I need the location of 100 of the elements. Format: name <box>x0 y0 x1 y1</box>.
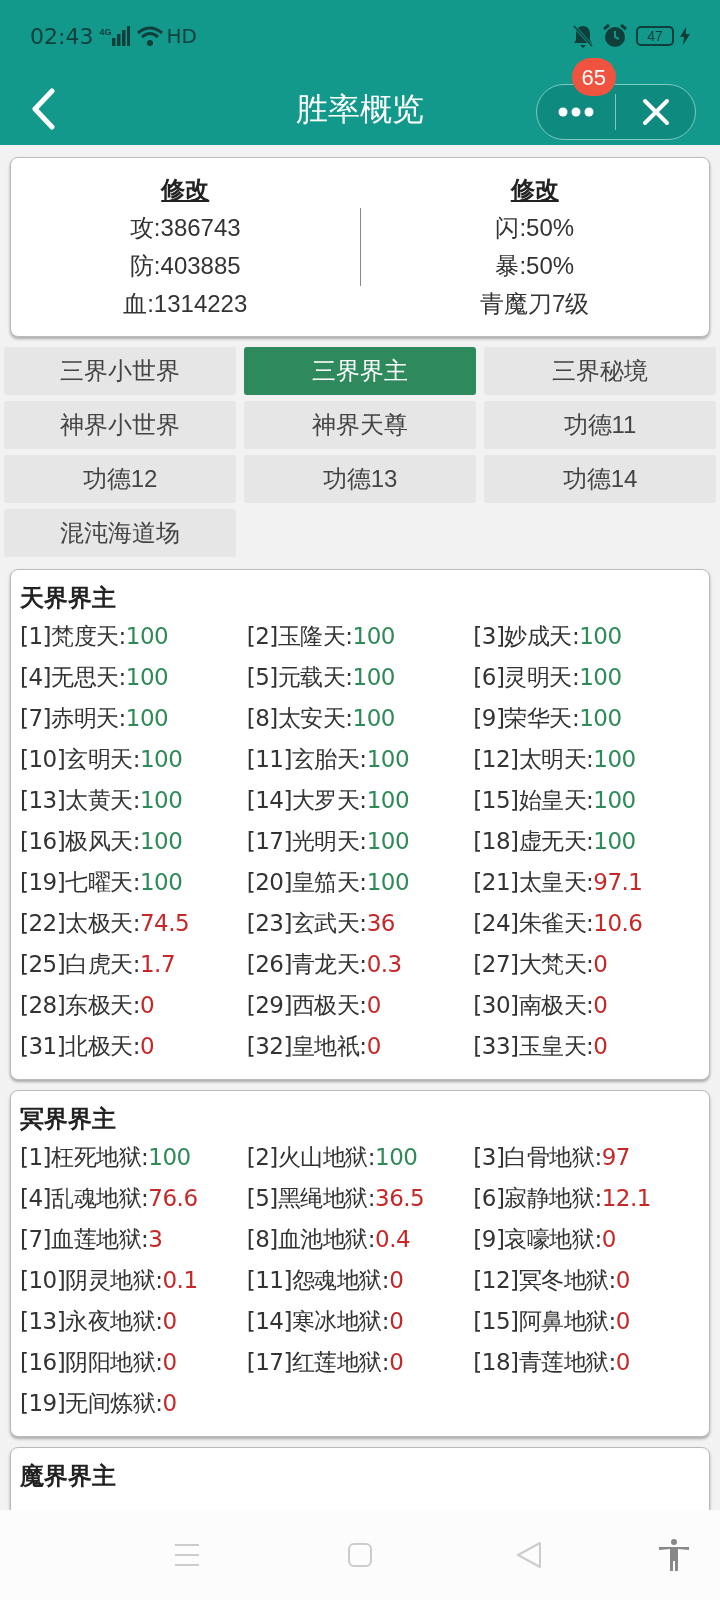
item-label: [18]青莲地狱: <box>473 1348 616 1378</box>
item-value: 0 <box>162 1307 177 1337</box>
section-title: 天界界主 <box>20 583 117 613</box>
item-value: 1.7 <box>139 950 176 980</box>
item-label: [19]七曜天: <box>20 868 140 898</box>
item-label: [27]大梵天: <box>473 950 594 980</box>
item-value: 0.3 <box>366 950 402 980</box>
tab[interactable]: 三界小世界 <box>4 347 236 395</box>
tab[interactable]: 三界界主 <box>244 347 476 395</box>
item-value: 0 <box>389 1348 404 1378</box>
edit-link[interactable]: 修改 <box>510 171 559 209</box>
item-value: 0 <box>615 1307 630 1337</box>
mute-bell-icon <box>572 24 594 48</box>
item-label: [6]灵明天: <box>473 663 580 693</box>
item-value: 0 <box>389 1266 404 1296</box>
battery-icon: 47 <box>636 26 674 46</box>
close-icon <box>641 98 670 126</box>
item-value: 10.6 <box>593 909 643 939</box>
item-label: [1]梵度天: <box>20 622 126 652</box>
item-value: 100 <box>593 827 636 857</box>
item-label: [11]怨魂地狱: <box>246 1266 390 1296</box>
item-value: 100 <box>366 786 410 816</box>
item-label: [2]火山地狱: <box>246 1143 375 1173</box>
item-value: 100 <box>366 827 410 857</box>
tab[interactable]: 神界小世界 <box>4 401 236 449</box>
item-value: 100 <box>125 704 169 734</box>
item-value: 0 <box>593 991 608 1021</box>
item-value: 100 <box>139 745 183 775</box>
item-label: [8]血池地狱: <box>246 1225 375 1255</box>
item-label: [18]虚无天: <box>473 827 594 857</box>
item-value: 0 <box>615 1348 630 1378</box>
item-value: 0 <box>615 1266 630 1296</box>
item-value: 0 <box>139 991 155 1021</box>
item-label: [15]阿鼻地狱: <box>473 1307 616 1337</box>
item-label: [5]元载天: <box>246 663 353 693</box>
stat-text: 暴:50% <box>495 251 575 281</box>
item-label: [33]玉皇天: <box>473 1032 594 1062</box>
item-label: [21]太皇天: <box>473 868 594 898</box>
tab[interactable]: 混沌海道场 <box>4 509 236 557</box>
edit-link[interactable]: 修改 <box>161 171 210 209</box>
item-label: [16]极风天: <box>20 827 140 857</box>
item-label: [9]荣华天: <box>473 704 580 734</box>
item-label: [11]玄胎天: <box>246 745 367 775</box>
item-value: 0 <box>162 1348 177 1378</box>
item-value: 97.1 <box>593 868 643 898</box>
item-value: 100 <box>352 704 395 734</box>
item-label: [13]永夜地狱: <box>20 1307 163 1337</box>
item-label: [13]太黄天: <box>20 786 140 816</box>
stat-text: 闪:50% <box>495 213 575 243</box>
item-label: [10]阴灵地狱: <box>20 1266 163 1296</box>
item-value: 97 <box>601 1143 630 1173</box>
item-value: 0 <box>593 950 608 980</box>
item-label: [14]寒冰地狱: <box>246 1307 390 1337</box>
tab[interactable]: 三界秘境 <box>484 347 716 395</box>
accessibility-icon[interactable] <box>658 1539 690 1571</box>
item-label: [29]西极天: <box>246 991 367 1021</box>
item-label: [4]乱魂地狱: <box>20 1184 149 1214</box>
charging-icon <box>680 27 690 45</box>
item-label: [1]枉死地狱: <box>20 1143 149 1173</box>
page-title: 胜率概览 <box>295 89 425 129</box>
item-value: 74.5 <box>139 909 190 939</box>
item-value: 0 <box>139 1032 155 1062</box>
item-label: [23]玄武天: <box>246 909 367 939</box>
tab[interactable]: 功德12 <box>4 455 236 503</box>
item-label: [3]妙成天: <box>473 622 580 652</box>
item-label: [17]光明天: <box>246 827 367 857</box>
item-label: [2]玉隆天: <box>246 622 353 652</box>
signal-icon <box>112 26 131 46</box>
tab[interactable]: 功德11 <box>484 401 716 449</box>
item-value: 0.4 <box>375 1225 411 1255</box>
item-value: 36 <box>366 909 395 939</box>
item-label: [16]阴阳地狱: <box>20 1348 163 1378</box>
item-value: 100 <box>366 868 410 898</box>
tab[interactable]: 功德13 <box>244 455 476 503</box>
item-value: 100 <box>148 1143 191 1173</box>
item-value: 0 <box>601 1225 616 1255</box>
stat-text: 防:403885 <box>129 251 241 281</box>
section-title: 魔界界主 <box>20 1461 117 1491</box>
item-value: 100 <box>125 622 169 652</box>
item-label: [3]白骨地狱: <box>473 1143 602 1173</box>
item-value: 100 <box>352 663 395 693</box>
item-value: 12.1 <box>601 1184 651 1214</box>
tab[interactable]: 功德14 <box>484 455 716 503</box>
tab[interactable]: 神界天尊 <box>244 401 476 449</box>
wifi-icon <box>136 25 165 47</box>
item-label: [4]无思天: <box>20 663 126 693</box>
item-label: [20]皇笳天: <box>246 868 367 898</box>
item-label: [28]东极天: <box>20 991 140 1021</box>
item-label: [22]太极天: <box>20 909 140 939</box>
item-label: [24]朱雀天: <box>473 909 594 939</box>
item-value: 100 <box>579 663 622 693</box>
item-label: [19]无间炼狱: <box>20 1389 163 1419</box>
item-value: 100 <box>366 745 410 775</box>
item-value: 3 <box>148 1225 163 1255</box>
item-label: [7]血莲地狱: <box>20 1225 149 1255</box>
wifi-label: HD <box>166 23 197 50</box>
item-label: [9]哀嚎地狱: <box>473 1225 602 1255</box>
stat-text: 血:1314223 <box>123 289 248 319</box>
network-type: 4G <box>99 26 112 39</box>
stat-text: 攻:386743 <box>129 213 241 243</box>
